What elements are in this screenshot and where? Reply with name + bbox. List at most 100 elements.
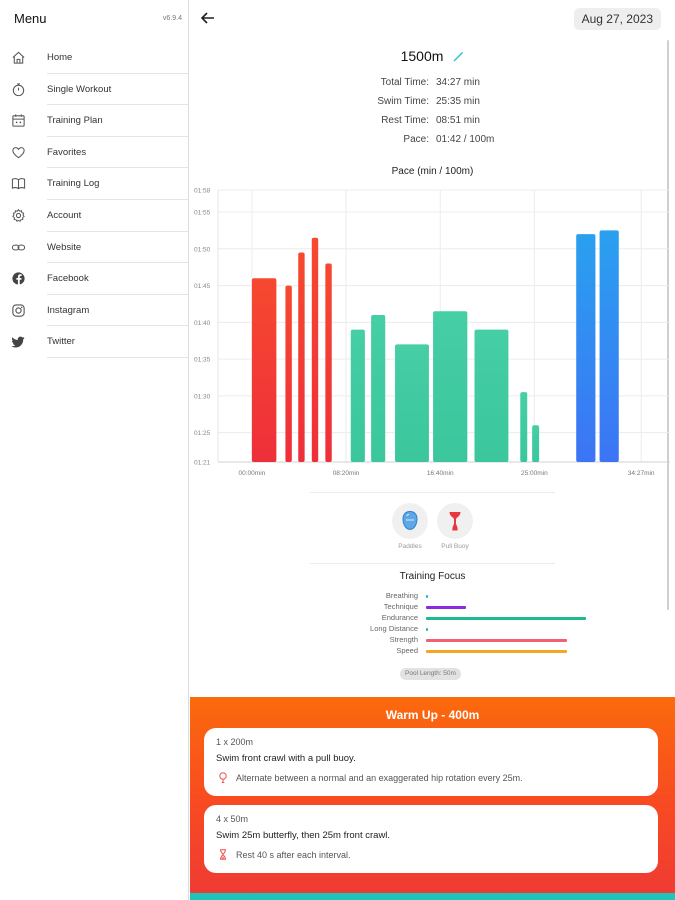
focus-row-technique: Technique bbox=[190, 602, 675, 613]
focus-row-endurance: Endurance bbox=[190, 613, 675, 624]
stat-label: Pace: bbox=[403, 134, 429, 145]
sidebar-item-facebook[interactable]: Facebook bbox=[0, 263, 189, 295]
focus-row-breathing: Breathing bbox=[190, 591, 675, 602]
stat-label: Total Time: bbox=[380, 77, 429, 88]
y-tick-label: 01:58 bbox=[194, 188, 211, 195]
set-card[interactable]: 1 x 200m Swim front crawl with a pull bu… bbox=[204, 728, 658, 796]
set-description: Swim front crawl with a pull buoy. bbox=[216, 753, 356, 764]
pull-buoy-icon bbox=[449, 512, 461, 531]
pace-bar-red bbox=[285, 285, 292, 462]
divider bbox=[47, 356, 189, 358]
y-tick-label: 01:55 bbox=[194, 210, 211, 217]
sidebar-item-training-log[interactable]: Training Log bbox=[0, 168, 189, 200]
focus-row-strength: Strength bbox=[190, 635, 675, 646]
sidebar-item-account[interactable]: Account bbox=[0, 200, 189, 232]
focus-label: Strength bbox=[389, 635, 418, 644]
hourglass-icon bbox=[220, 849, 226, 860]
training-focus-title: Training Focus bbox=[399, 571, 466, 582]
stat-value: 34:27 min bbox=[436, 77, 480, 88]
y-tick-label: 01:45 bbox=[194, 283, 211, 290]
stat-value: 08:51 min bbox=[436, 115, 480, 126]
pace-bar-green bbox=[395, 344, 429, 462]
pace-bar-red bbox=[311, 237, 319, 462]
stat-value: 25:35 min bbox=[436, 96, 480, 107]
sidebar-item-label: Website bbox=[47, 241, 82, 253]
x-tick-label: 25:00min bbox=[521, 470, 548, 477]
distance-value: 1500m bbox=[400, 48, 444, 64]
edit-pencil-icon[interactable] bbox=[453, 51, 464, 62]
y-tick-label: 01:30 bbox=[194, 393, 211, 400]
pull-buoy-badge bbox=[437, 503, 473, 539]
focus-bar bbox=[426, 650, 567, 653]
back-arrow-icon[interactable] bbox=[200, 10, 216, 26]
book-icon bbox=[11, 178, 26, 190]
y-tick-label: 01:35 bbox=[194, 357, 211, 364]
warm-up-section: Warm Up - 400m 1 x 200m Swim front crawl… bbox=[190, 697, 675, 893]
sidebar-item-label: Account bbox=[47, 209, 82, 221]
x-tick-label: 08:20min bbox=[333, 470, 360, 477]
divider bbox=[310, 563, 555, 564]
stat-value: 01:42 / 100m bbox=[436, 134, 495, 145]
focus-row-long-distance: Long Distance bbox=[190, 624, 675, 635]
sidebar-item-label: Training Plan bbox=[47, 115, 103, 127]
pace-bar-red bbox=[251, 278, 277, 462]
focus-label: Speed bbox=[396, 646, 418, 655]
sidebar-menu: Home Single Workout Training Plan Favori… bbox=[0, 42, 189, 358]
workout-stats: Total Time: 34:27 min Swim Time: 25:35 m… bbox=[190, 77, 675, 153]
pace-bar-green bbox=[433, 311, 468, 462]
pace-bar-red bbox=[325, 263, 332, 462]
set-tip: Rest 40 s after each interval. bbox=[236, 850, 351, 860]
focus-label: Technique bbox=[383, 602, 418, 611]
instagram-icon bbox=[12, 304, 25, 317]
pace-bar-blue bbox=[576, 234, 596, 462]
pace-chart: 01:58 01:55 01:50 01:45 01:40 01:35 01:30 01:25… bbox=[190, 183, 675, 483]
next-section-header[interactable] bbox=[190, 893, 675, 900]
paddles-badge bbox=[392, 503, 428, 539]
focus-bar bbox=[426, 595, 428, 598]
sidebar-item-label: Twitter bbox=[47, 336, 75, 348]
sidebar-item-favorites[interactable]: Favorites bbox=[0, 137, 189, 169]
sidebar-item-home[interactable]: Home bbox=[0, 42, 189, 74]
x-tick-label: 16:40min bbox=[427, 470, 454, 477]
set-card[interactable]: 4 x 50m Swim 25m butterfly, then 25m fro… bbox=[204, 805, 658, 873]
app-version: v6.9.4 bbox=[162, 15, 182, 22]
focus-row-speed: Speed bbox=[190, 646, 675, 657]
pace-bar-green bbox=[474, 329, 509, 462]
focus-label: Endurance bbox=[381, 613, 418, 622]
sidebar-item-label: Training Log bbox=[47, 178, 100, 190]
focus-bar bbox=[426, 606, 466, 609]
chart-title: Pace (min / 100m) bbox=[391, 166, 474, 177]
pace-bar-green bbox=[371, 314, 386, 462]
menu-title: Menu bbox=[14, 11, 47, 26]
pace-bar-green bbox=[532, 425, 540, 462]
pace-bar-red bbox=[298, 252, 305, 462]
sidebar-item-twitter[interactable]: Twitter bbox=[0, 326, 189, 358]
stat-total-time: Total Time: 34:27 min bbox=[190, 77, 675, 96]
pool-length-chip: Pool Length: 50m bbox=[400, 668, 461, 680]
y-tick-label: 01:50 bbox=[194, 246, 211, 253]
sidebar-item-label: Home bbox=[47, 52, 73, 63]
sidebar-item-training-plan[interactable]: Training Plan bbox=[0, 105, 189, 137]
pace-chart-svg: 01:58 01:55 01:50 01:45 01:40 01:35 01:30 01:25… bbox=[194, 188, 670, 477]
y-tick-label: 01:21 bbox=[194, 460, 211, 467]
sidebar-item-single-workout[interactable]: Single Workout bbox=[0, 74, 189, 106]
calendar-icon bbox=[12, 114, 25, 127]
sidebar-item-instagram[interactable]: Instagram bbox=[0, 295, 189, 327]
facebook-icon bbox=[12, 272, 25, 286]
link-icon bbox=[11, 244, 26, 250]
section-title: Warm Up - 400m bbox=[385, 708, 480, 722]
stat-rest-time: Rest Time: 08:51 min bbox=[190, 115, 675, 134]
equipment-pull-buoy: Pull Buoy bbox=[435, 503, 475, 558]
focus-bar bbox=[426, 628, 428, 631]
sidebar-item-label: Instagram bbox=[47, 304, 90, 316]
set-tip: Alternate between a normal and an exagge… bbox=[236, 773, 523, 783]
y-tick-label: 01:25 bbox=[194, 430, 211, 437]
training-focus-chart: Breathing Technique Endurance Long Dista… bbox=[190, 591, 675, 657]
equipment-label: Paddles bbox=[398, 543, 422, 550]
sidebar-header: Menu v6.9.4 bbox=[14, 11, 184, 27]
date-chip[interactable]: Aug 27, 2023 bbox=[573, 8, 661, 30]
gear-icon bbox=[12, 208, 25, 222]
divider bbox=[310, 492, 555, 493]
pace-bar-green bbox=[350, 329, 365, 462]
sidebar-item-website[interactable]: Website bbox=[0, 232, 189, 264]
